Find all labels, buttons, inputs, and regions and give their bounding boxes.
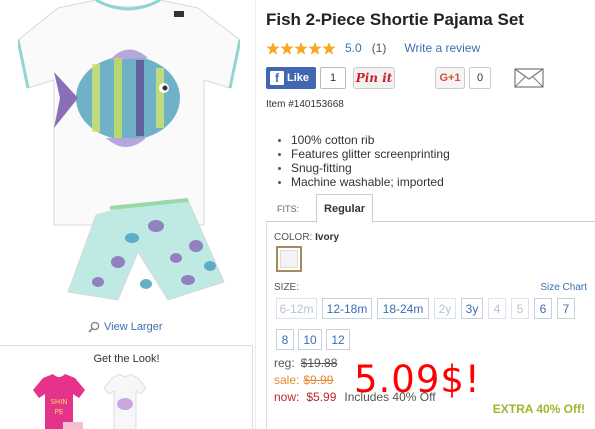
zoom-icon <box>88 321 100 333</box>
sale-price: sale: $9.99 <box>274 373 333 387</box>
size-option[interactable]: 3y <box>461 298 483 319</box>
get-the-look-panel: Get the Look! SHIN PE <box>0 345 253 429</box>
get-the-look-thumb-white[interactable] <box>104 374 146 429</box>
star-icon <box>322 41 336 55</box>
fits-row: FITS: Regular <box>266 194 595 223</box>
extra-discount-badge: EXTRA 40% Off! <box>492 402 585 416</box>
google-plus-count: 0 <box>469 67 491 89</box>
write-review-link[interactable]: Write a review <box>404 41 480 55</box>
email-icon[interactable] <box>514 68 544 88</box>
svg-text:SHIN: SHIN <box>50 398 67 406</box>
size-option[interactable]: 6-12m <box>276 298 317 319</box>
rating-row: 5.0 (1) Write a review <box>266 41 480 55</box>
column-divider <box>255 0 256 429</box>
view-larger-link[interactable]: View Larger <box>88 321 163 333</box>
color-label: COLOR: <box>274 232 313 243</box>
size-option[interactable]: 10 <box>298 329 322 350</box>
product-image[interactable] <box>18 0 240 318</box>
size-option[interactable]: 6 <box>534 298 552 319</box>
get-the-look-thumb-pink[interactable]: SHIN PE <box>33 374 85 429</box>
size-option[interactable]: 5 <box>511 298 529 319</box>
get-the-look-title: Get the Look! <box>93 353 160 365</box>
swatch-fill <box>280 250 298 268</box>
size-option[interactable]: 7 <box>557 298 575 319</box>
color-row: COLOR: Ivory <box>274 232 339 243</box>
product-gallery: View Larger Get the Look! SHIN PE <box>0 0 255 429</box>
size-option[interactable]: 12 <box>326 329 350 350</box>
fit-tab-regular[interactable]: Regular <box>316 194 373 223</box>
size-label: SIZE: <box>274 282 300 293</box>
facebook-like-button[interactable]: f Like <box>266 67 316 89</box>
size-option[interactable]: 18-24m <box>377 298 429 319</box>
item-number: Item #140153668 <box>266 99 344 110</box>
size-chart-link[interactable]: Size Chart <box>540 282 587 293</box>
fits-label: FITS: <box>277 204 299 214</box>
product-details: Fish 2-Piece Shortie Pajama Set 5.0 (1) … <box>266 0 595 429</box>
size-option[interactable]: 4 <box>488 298 506 319</box>
google-plus-label: G+1 <box>439 72 461 84</box>
regular-price-label: reg: <box>274 356 295 370</box>
facebook-icon: f <box>270 71 284 85</box>
rating-value[interactable]: 5.0 <box>345 41 362 55</box>
star-icon <box>266 41 280 55</box>
feature-item: Snug-fitting <box>278 161 450 175</box>
star-icon <box>280 41 294 55</box>
star-icon <box>308 41 322 55</box>
facebook-like-count: 1 <box>320 67 346 89</box>
star-rating[interactable] <box>266 41 336 55</box>
size-option[interactable]: 2y <box>434 298 456 319</box>
pinterest-button[interactable]: Pin it <box>353 67 395 89</box>
regular-price: reg: $19.88 <box>274 356 337 370</box>
svg-text:PE: PE <box>55 408 64 416</box>
now-price-label: now: <box>274 390 300 404</box>
social-bar: f Like 1 Pin it G+1 0 <box>266 67 595 89</box>
overlay-price-annotation: 5.09$! <box>354 358 481 401</box>
color-value: Ivory <box>315 232 340 243</box>
product-title: Fish 2-Piece Shortie Pajama Set <box>266 10 524 29</box>
feature-item: 100% cotton rib <box>278 133 450 147</box>
sale-price-label: sale: <box>274 373 300 387</box>
pinterest-label: Pin it <box>355 71 393 85</box>
feature-item: Machine washable; imported <box>278 175 450 189</box>
google-plus-button[interactable]: G+1 <box>435 67 465 89</box>
size-option[interactable]: 8 <box>276 329 294 350</box>
size-option[interactable]: 12-18m <box>322 298 372 319</box>
now-price-value: $5.99 <box>306 390 337 404</box>
facebook-like-label: Like <box>287 72 310 84</box>
sale-price-value: $9.99 <box>303 373 334 387</box>
regular-price-value: $19.88 <box>300 356 338 370</box>
feature-item: Features glitter screenprinting <box>278 147 450 161</box>
feature-list: 100% cotton rib Features glitter screenp… <box>278 133 450 189</box>
review-count: (1) <box>371 41 387 55</box>
color-swatch-ivory[interactable] <box>276 246 302 272</box>
view-larger-label: View Larger <box>104 321 163 333</box>
star-icon <box>294 41 308 55</box>
